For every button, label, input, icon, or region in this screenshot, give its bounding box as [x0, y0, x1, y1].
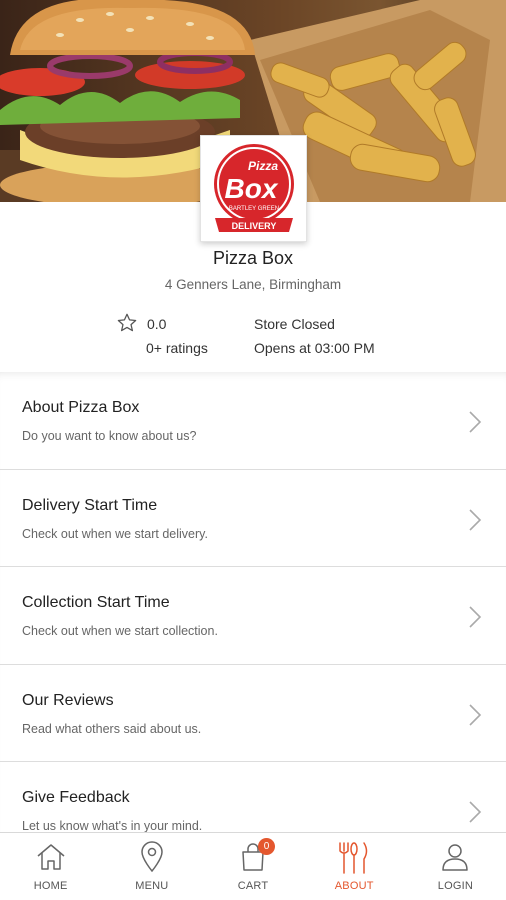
svg-text:BARTLEY GREEN: BARTLEY GREEN — [228, 206, 278, 212]
store-logo: Pizza Box BARTLEY GREEN DELIVERY — [200, 135, 307, 242]
chevron-right-icon — [469, 801, 482, 823]
store-status: Store Closed — [254, 316, 335, 332]
list-item-delivery-start-time[interactable]: Delivery Start Time Check out when we st… — [0, 470, 506, 567]
chevron-right-icon — [469, 508, 482, 531]
list-item-title: Delivery Start Time — [22, 496, 158, 514]
tab-home[interactable]: HOME — [0, 833, 101, 900]
list-item-subtitle: Check out when we start collection. — [22, 624, 218, 638]
rating-count: 0+ ratings — [146, 340, 208, 356]
svg-text:Pizza: Pizza — [247, 159, 277, 173]
tab-label: LOGIN — [437, 880, 474, 892]
list-item-title: Our Reviews — [22, 691, 114, 709]
rating-value: 0.0 — [147, 316, 167, 332]
bottom-tab-bar: HOME MENU CART ABOUT LOGIN 0 — [0, 832, 506, 900]
list-item-collection-start-time[interactable]: Collection Start Time Check out when we … — [0, 567, 506, 665]
list-item-subtitle: Let us know what's in your mind. — [22, 819, 203, 832]
list-item-feedback[interactable]: Give Feedback Let us know what's in your… — [0, 762, 506, 832]
store-stats: 0.0 0+ ratings Store Closed Opens at 03:… — [0, 312, 506, 362]
tab-label: MENU — [135, 880, 169, 892]
tab-cart[interactable]: CART — [202, 833, 303, 900]
cart-count-badge: 0 — [258, 838, 275, 855]
svg-text:Box: Box — [224, 173, 278, 204]
store-opening-time: Opens at 03:00 PM — [254, 340, 375, 356]
svg-text:DELIVERY: DELIVERY — [231, 221, 276, 231]
tab-label: HOME — [33, 880, 68, 892]
list-item-subtitle: Read what others said about us. — [22, 721, 202, 736]
user-icon — [442, 844, 469, 871]
list-item-about[interactable]: About Pizza Box Do you want to know abou… — [0, 372, 506, 470]
restaurant-icon — [339, 842, 368, 874]
star-outline-icon — [117, 313, 137, 332]
list-item-subtitle: Check out when we start delivery. — [22, 526, 208, 541]
tab-login[interactable]: LOGIN — [405, 833, 506, 900]
list-item-title: About Pizza Box — [22, 399, 140, 416]
list-item-title: Give Feedback — [22, 789, 130, 806]
chevron-right-icon — [469, 606, 482, 628]
list-item-title: Collection Start Time — [22, 594, 170, 611]
store-name: Pizza Box — [212, 248, 294, 268]
about-options-list: About Pizza Box Do you want to know abou… — [0, 372, 506, 832]
tab-label: CART — [237, 880, 269, 892]
pizza-box-logo-image: Pizza Box BARTLEY GREEN DELIVERY — [213, 143, 294, 232]
home-icon — [37, 844, 65, 870]
chevron-right-icon — [469, 703, 482, 726]
list-item-subtitle: Do you want to know about us? — [22, 429, 197, 443]
tab-about[interactable]: ABOUT — [304, 833, 405, 900]
list-item-reviews[interactable]: Our Reviews Read what others said about … — [0, 665, 506, 762]
tab-menu[interactable]: MENU — [101, 833, 202, 900]
location-pin-icon — [141, 841, 163, 873]
store-address: 4 Genners Lane, Birmingham — [164, 277, 342, 292]
chevron-right-icon — [469, 411, 482, 433]
tab-label: ABOUT — [334, 880, 374, 892]
